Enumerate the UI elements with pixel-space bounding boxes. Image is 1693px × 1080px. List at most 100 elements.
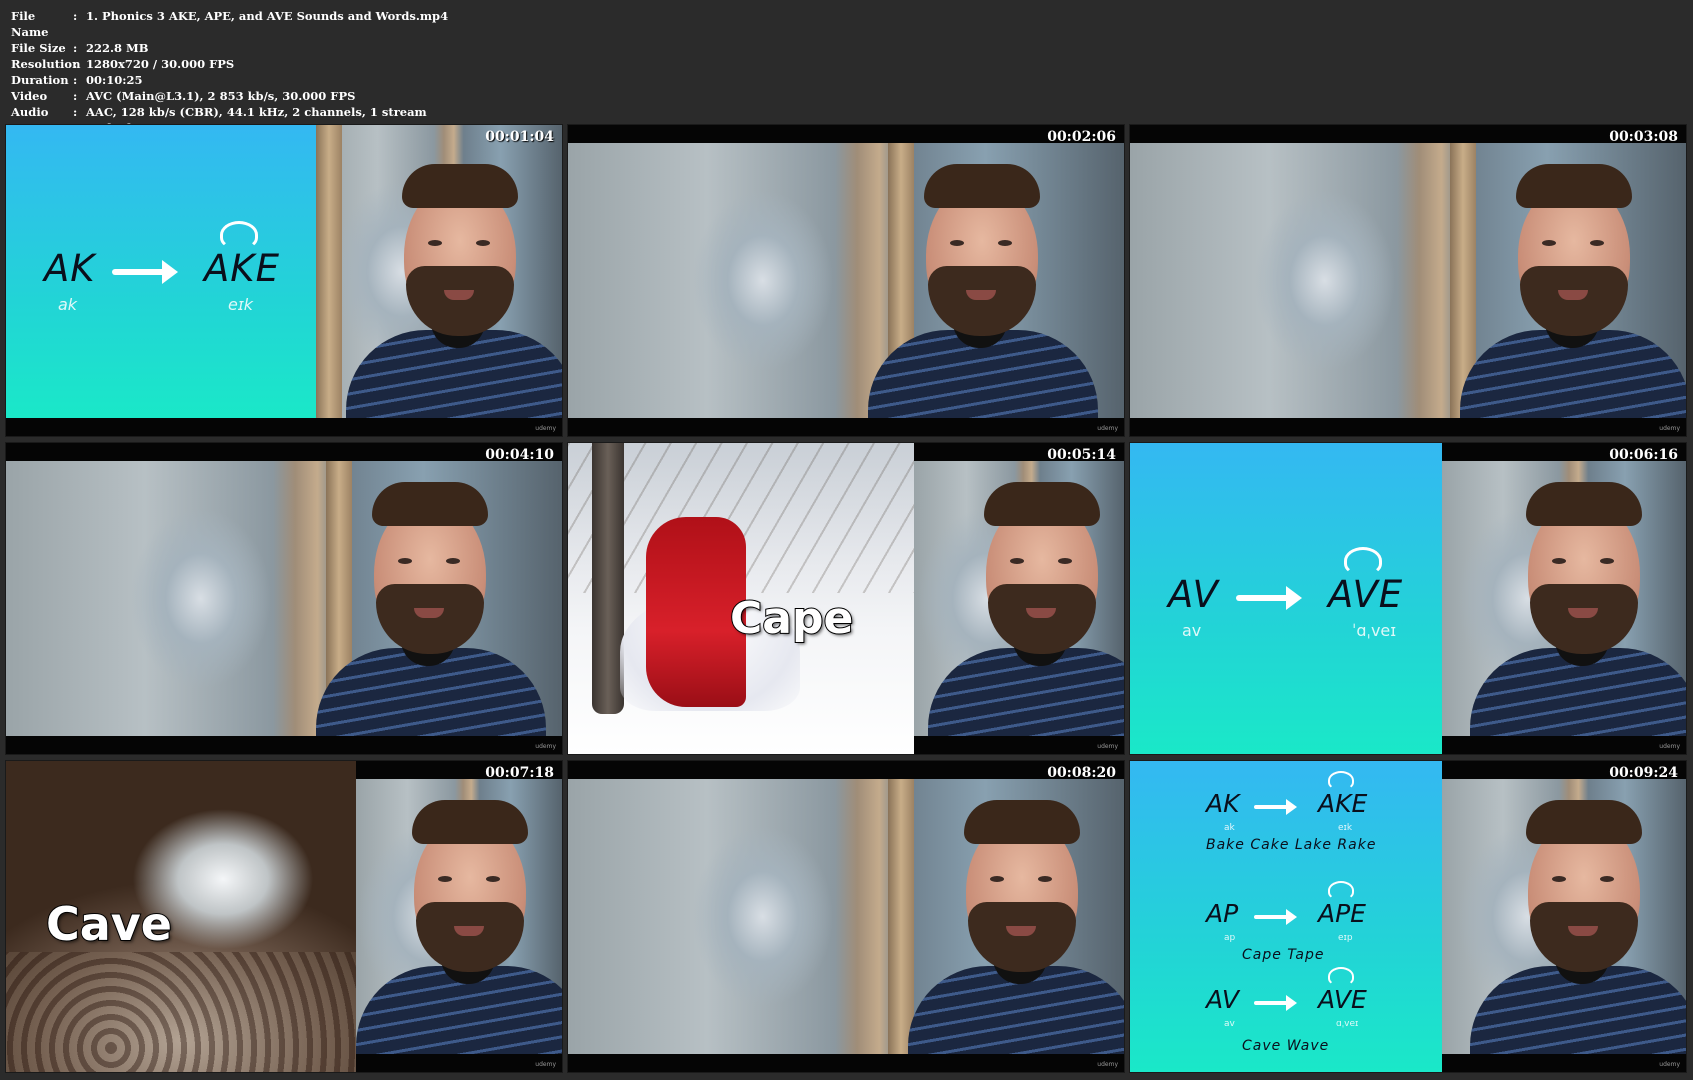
slide-to-word: AVE	[1328, 573, 1404, 616]
thumbnail-7[interactable]: Cave 00:07:18 udemy	[6, 761, 562, 1072]
slide-to-ipa: ˈɑˌveɪ	[1352, 621, 1397, 640]
long-vowel-loop-icon	[1328, 771, 1354, 790]
info-value: AVC (Main@L3.1), 2 853 kb/s, 30.000 FPS	[86, 89, 356, 103]
thumbnail-1[interactable]: AK AKE ak eɪk 00:01:04 udemy	[6, 125, 562, 436]
cave-photo: Cave	[6, 761, 356, 1072]
presenter	[898, 779, 1124, 1054]
presenter	[1460, 451, 1686, 736]
info-value: 222.8 MB	[86, 41, 149, 55]
slide-from-ipa: av	[1182, 621, 1202, 640]
info-row-file-name: File Name:1. Phonics 3 AKE, APE, and AVE…	[11, 8, 448, 40]
summary-from-word: AP	[1206, 899, 1239, 928]
info-label: File Name	[11, 9, 49, 39]
udemy-watermark: udemy	[1097, 1061, 1118, 1068]
slide-from-ipa: ak	[58, 295, 78, 314]
summary-from-ipa: av	[1224, 1019, 1235, 1029]
info-row-video: Video: AVC (Main@L3.1), 2 853 kb/s, 30.00…	[11, 88, 448, 104]
word-caption: Cave	[45, 896, 173, 952]
info-separator: :	[73, 73, 78, 87]
udemy-watermark: udemy	[535, 425, 556, 432]
summary-words: Cape Tape	[1242, 947, 1325, 963]
info-label: Resolution	[11, 57, 81, 71]
thumbnail-grid: AK AKE ak eɪk 00:01:04 udemy 00:02:06 ud…	[6, 125, 1689, 1074]
video-frame: AK AKE ak eɪk Bake Cake Lake Rake AP APE…	[1130, 761, 1686, 1072]
udemy-watermark: udemy	[1659, 743, 1680, 750]
video-frame	[1130, 143, 1686, 418]
timestamp: 00:05:14	[1047, 447, 1116, 463]
word-caption: Cape	[729, 592, 854, 645]
summary-to-ipa: eɪk	[1338, 823, 1353, 833]
slide-to-ipa: eɪk	[228, 295, 254, 314]
letterbox-bottom: udemy	[6, 418, 562, 436]
info-row-resolution: Resolution:1280x720 / 30.000 FPS	[11, 56, 448, 72]
summary-from-ipa: ak	[1224, 823, 1235, 833]
video-frame: Cape	[568, 443, 1124, 754]
summary-from-word: AK	[1206, 789, 1240, 818]
summary-to-word: APE	[1318, 899, 1366, 928]
video-frame	[568, 143, 1124, 418]
arrow-icon	[1254, 995, 1297, 1011]
long-vowel-loop-icon	[1328, 881, 1354, 900]
timestamp: 00:01:04	[485, 129, 554, 145]
summary-from-ipa: ap	[1224, 933, 1236, 943]
summary-from-word: AV	[1206, 985, 1239, 1014]
summary-to-word: AKE	[1318, 789, 1368, 818]
video-frame: Cave	[6, 761, 562, 1072]
info-separator: :	[73, 89, 78, 103]
thumbnail-9[interactable]: AK AKE ak eɪk Bake Cake Lake Rake AP APE…	[1130, 761, 1686, 1072]
info-label: Video	[11, 89, 48, 103]
presenter	[336, 133, 562, 418]
presenter	[1460, 769, 1686, 1054]
info-label: File Size	[11, 41, 66, 55]
summary-to-ipa: ɑˌveɪ	[1336, 1019, 1359, 1029]
summary-to-ipa: eɪp	[1338, 933, 1353, 943]
long-vowel-loop-icon	[1328, 967, 1354, 986]
arrow-icon	[1254, 909, 1297, 925]
timestamp: 00:08:20	[1047, 765, 1116, 781]
phonics-slide: AK AKE ak eɪk	[6, 125, 316, 418]
summary-to-word: AVE	[1318, 985, 1367, 1014]
udemy-watermark: udemy	[1659, 1061, 1680, 1068]
info-row-audio: Audio: AAC, 128 kb/s (CBR), 44.1 kHz, 2 c…	[11, 104, 448, 120]
info-separator: :	[73, 57, 78, 71]
summary-slide: AK AKE ak eɪk Bake Cake Lake Rake AP APE…	[1130, 761, 1442, 1072]
summary-words: Cave Wave	[1242, 1038, 1330, 1054]
timestamp: 00:06:16	[1609, 447, 1678, 463]
presenter	[306, 461, 546, 736]
thumbnail-5[interactable]: Cape 00:05:14 udemy	[568, 443, 1124, 754]
thumbnail-6[interactable]: AV AVE av ˈɑˌveɪ 00:06:16 udemy	[1130, 443, 1686, 754]
arrow-icon	[1254, 799, 1297, 815]
info-value: 1. Phonics 3 AKE, APE, and AVE Sounds an…	[86, 9, 449, 23]
info-label: Duration	[11, 73, 69, 87]
thumbnail-4[interactable]: 00:04:10 udemy	[6, 443, 562, 754]
arrow-icon	[112, 260, 178, 284]
timestamp: 00:03:08	[1609, 129, 1678, 145]
snow-photo: Cape	[568, 443, 914, 754]
udemy-watermark: udemy	[1097, 425, 1118, 432]
phonics-slide: AV AVE av ˈɑˌveɪ	[1130, 443, 1442, 754]
info-separator: :	[73, 105, 78, 119]
long-vowel-loop-icon	[220, 221, 258, 249]
long-vowel-loop-icon	[1344, 547, 1382, 575]
presenter	[918, 451, 1124, 736]
udemy-watermark: udemy	[535, 1061, 556, 1068]
slide-from-word: AK	[44, 247, 96, 290]
arrow-icon	[1236, 586, 1302, 610]
summary-words: Bake Cake Lake Rake	[1206, 837, 1377, 853]
slide-to-word: AKE	[204, 247, 280, 290]
presenter	[858, 143, 1098, 418]
video-frame	[6, 461, 562, 736]
info-row-file-size: File Size:222.8 MB	[11, 40, 448, 56]
thumbnail-8[interactable]: 00:08:20 udemy	[568, 761, 1124, 1072]
presenter	[346, 769, 562, 1054]
timestamp: 00:07:18	[485, 765, 554, 781]
timestamp: 00:09:24	[1609, 765, 1678, 781]
thumbnail-3[interactable]: 00:03:08 udemy	[1130, 125, 1686, 436]
thumbnail-2[interactable]: 00:02:06 udemy	[568, 125, 1124, 436]
info-separator: :	[73, 9, 78, 23]
timestamp: 00:02:06	[1047, 129, 1116, 145]
video-frame	[568, 779, 1124, 1054]
udemy-watermark: udemy	[535, 743, 556, 750]
info-value: 00:10:25	[86, 73, 143, 87]
timestamp: 00:04:10	[485, 447, 554, 463]
